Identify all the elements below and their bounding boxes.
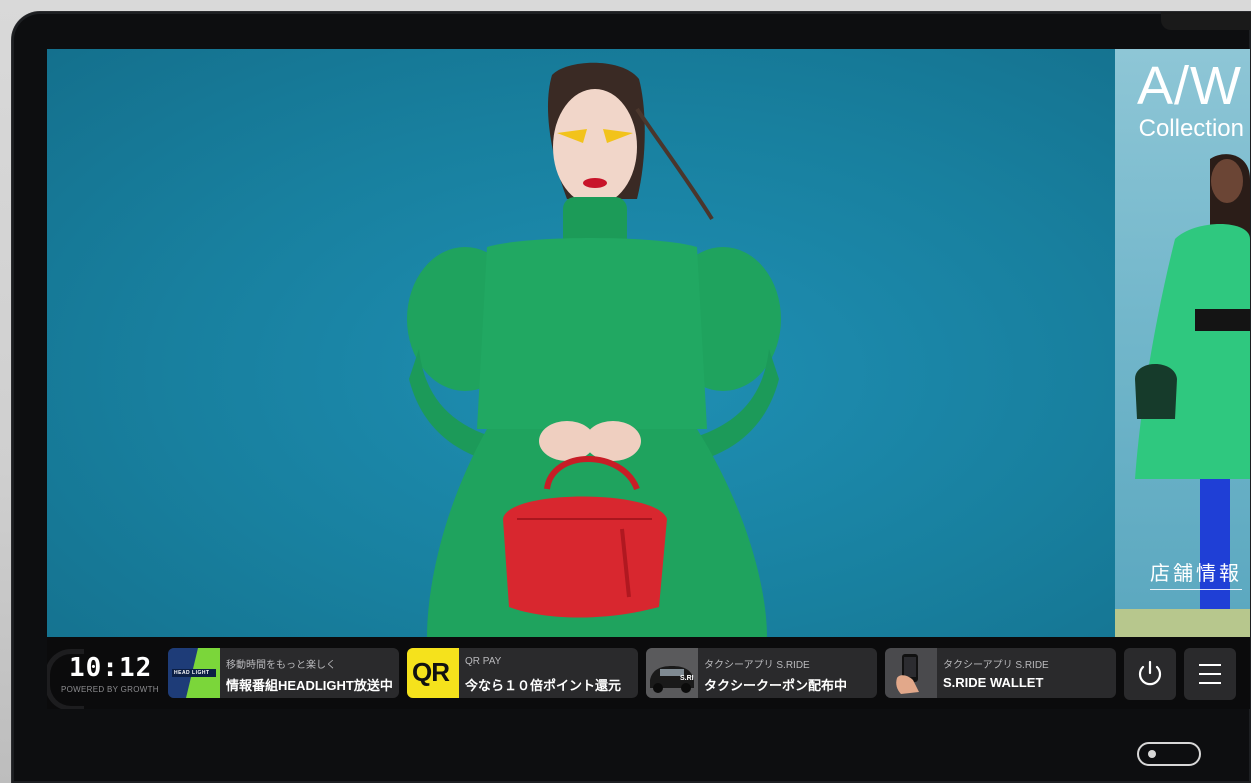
- hamburger-menu-icon: [1199, 664, 1221, 684]
- power-button[interactable]: [1124, 648, 1176, 700]
- tile-subtitle: 移動時間をもっと楽しく: [226, 660, 336, 671]
- tile-headlight[interactable]: HEAD LIGHT 移動時間をもっと楽しく 情報番組HEADLIGHT放送中: [168, 648, 399, 698]
- tile-subtitle: タクシーアプリ S.RIDE: [943, 660, 1049, 671]
- store-info-link[interactable]: 店舗情報: [1150, 557, 1242, 590]
- display-screen: A/W Collection 店舗情報 10:12 POWERED BY GRO…: [47, 49, 1250, 709]
- tablet-bezel: A/W Collection 店舗情報 10:12 POWERED BY GRO…: [12, 12, 1251, 783]
- model-photo: [407, 62, 781, 637]
- qr-logo-icon: QR: [412, 657, 450, 687]
- toggle-dot-icon: [1148, 750, 1156, 758]
- tile-title: S.RIDE WALLET: [943, 675, 1044, 690]
- side-advertisement[interactable]: A/W Collection 店舗情報: [1115, 49, 1250, 637]
- tile-title: タクシークーポン配布中: [704, 678, 848, 693]
- power-icon: [1138, 660, 1162, 686]
- headlight-thumbnail: HEAD LIGHT: [168, 648, 220, 698]
- taxi-thumbnail: S.RI: [646, 648, 698, 698]
- main-advertisement[interactable]: [47, 49, 1115, 637]
- clock-time: 10:12: [69, 653, 153, 683]
- tile-sride-coupon[interactable]: S.RI タクシーアプリ S.RIDE タクシークーポン配布中: [646, 648, 877, 698]
- collection-subtitle: Collection: [1138, 115, 1244, 142]
- tile-subtitle: QR PAY: [465, 656, 502, 667]
- tile-qr-pay[interactable]: QR QR PAY 今なら１０倍ポイント還元: [407, 648, 638, 698]
- sride-logo-text: S.RI: [680, 675, 694, 682]
- tile-sride-wallet[interactable]: タクシーアプリ S.RIDE S.RIDE WALLET: [885, 648, 1116, 698]
- headlight-logo-text: HEAD LIGHT: [174, 670, 210, 676]
- bezel-corner: [1161, 12, 1251, 30]
- smartphone-hand-icon: [885, 648, 937, 698]
- powered-by-label: POWERED BY GROWTH: [61, 685, 159, 694]
- collection-title: A/W: [1137, 56, 1242, 116]
- tile-title: 情報番組HEADLIGHT放送中: [226, 678, 393, 693]
- bottom-taskbar: 10:12 POWERED BY GROWTH HEAD LIGHT 移動時間を…: [47, 637, 1250, 709]
- clock-widget: 10:12 POWERED BY GROWTH: [47, 645, 163, 709]
- tile-subtitle: タクシーアプリ S.RIDE: [704, 660, 810, 671]
- home-toggle-button[interactable]: [1137, 742, 1201, 766]
- menu-button[interactable]: [1184, 648, 1236, 700]
- qr-pay-thumbnail: QR: [407, 648, 459, 698]
- tile-title: 今なら１０倍ポイント還元: [465, 678, 622, 693]
